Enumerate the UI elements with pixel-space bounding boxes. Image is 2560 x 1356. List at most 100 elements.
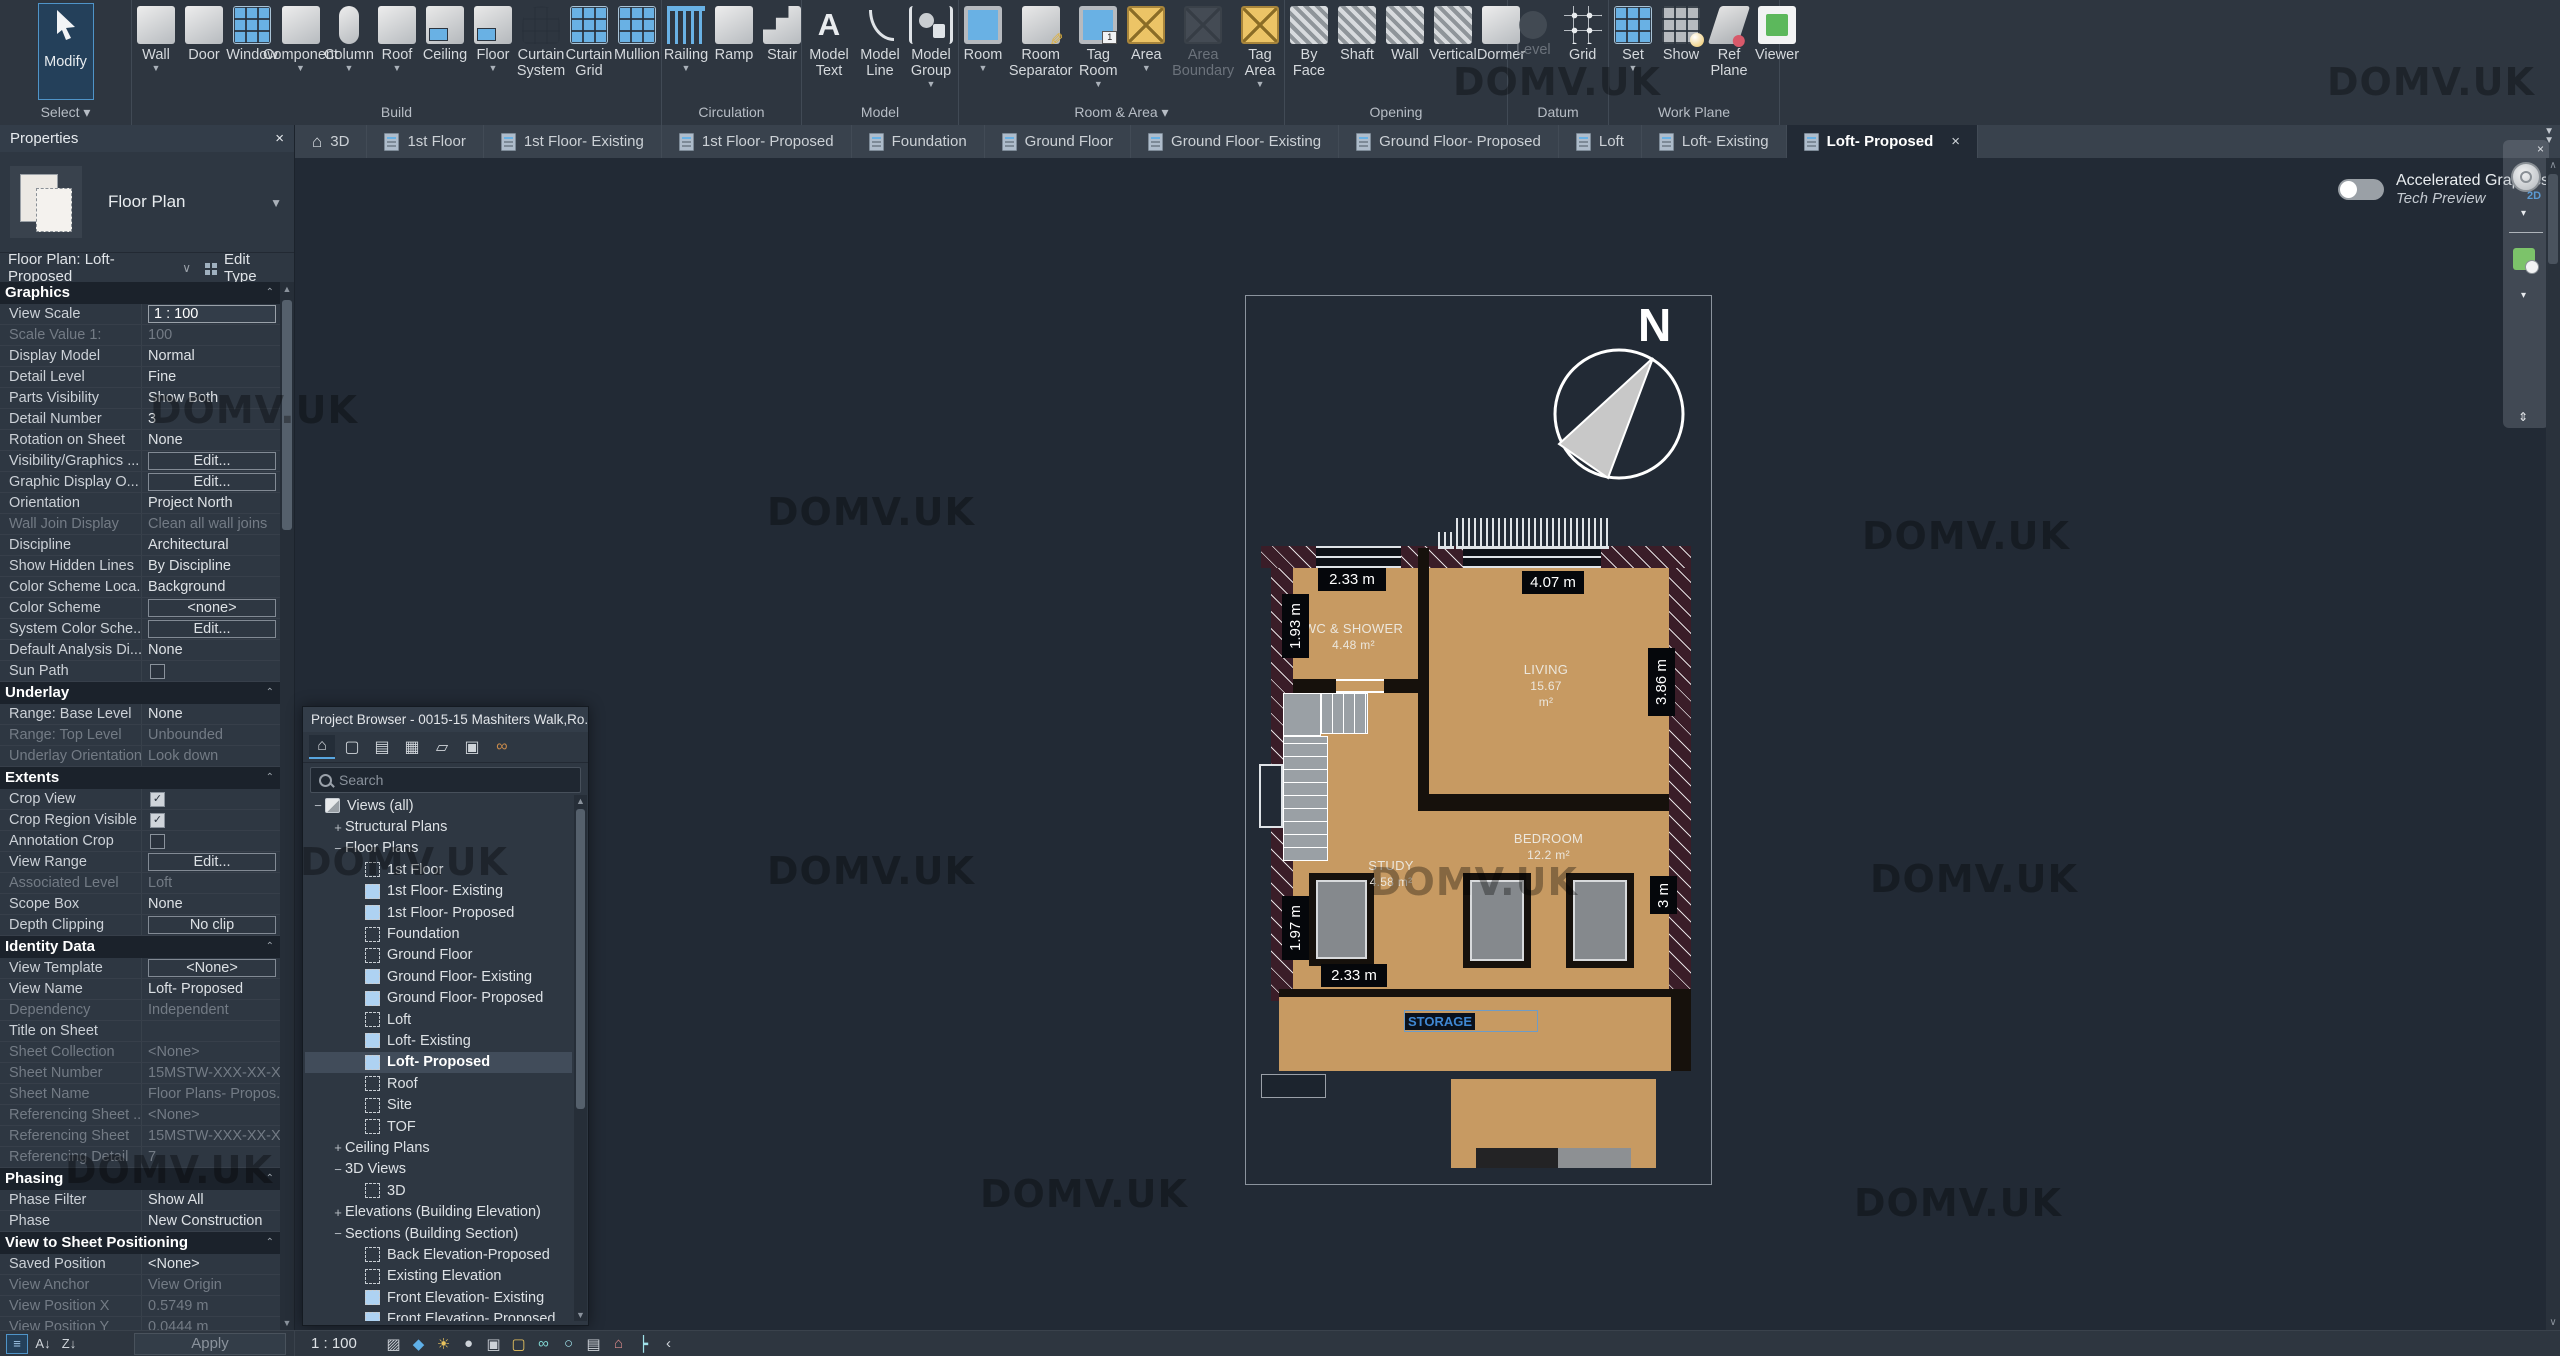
properties-scrollbar[interactable]: ▲ ▼ (280, 282, 294, 1330)
tab-loft-existing[interactable]: Loft- Existing (1642, 125, 1787, 158)
model-group-button[interactable]: Model Group▼ (907, 2, 955, 90)
tree-item-elevations-building-elevation[interactable]: +Elevations (Building Elevation) (305, 1201, 572, 1222)
stair-upper-flight[interactable] (1321, 693, 1368, 734)
project-browser-scrollbar[interactable]: ▲ ▼ (574, 795, 587, 1321)
ref-plane-button[interactable]: Ref Plane (1705, 2, 1753, 81)
tab-1st-floor[interactable]: 1st Floor (367, 125, 483, 158)
checkbox-sun-path[interactable] (150, 664, 165, 679)
mullion-button[interactable]: Mullion (613, 2, 661, 65)
show-button[interactable]: Show (1657, 2, 1705, 65)
viewer-button[interactable]: Viewer (1753, 2, 1801, 65)
button-color-scheme[interactable]: <none> (148, 599, 276, 617)
property-value[interactable]: Architectural (148, 537, 229, 553)
tree-item-loft-proposed[interactable]: Loft- Proposed (305, 1052, 572, 1073)
button-depth-clipping[interactable]: No clip (148, 916, 276, 934)
tree-expander-icon[interactable]: − (331, 841, 345, 856)
groups-icon[interactable]: ▣ (459, 735, 485, 759)
wheel-dropdown-icon[interactable]: ▾ (2521, 208, 2526, 219)
navigation-bar-expand-icon[interactable]: ⇕ (2518, 410, 2528, 424)
tag-room-dropdown-icon[interactable]: ▼ (1094, 80, 1103, 88)
tree-item-foundation[interactable]: Foundation (305, 923, 572, 944)
storage-room-tag[interactable]: STORAGE (1404, 1010, 1538, 1032)
sort-ascending-icon[interactable]: A↓ (32, 1334, 54, 1354)
stair-button[interactable]: Stair (758, 2, 806, 65)
property-value[interactable]: 3 (148, 411, 156, 427)
by-face-button[interactable]: By Face (1285, 2, 1333, 81)
property-value[interactable]: Fine (148, 369, 176, 385)
worksharing-display-icon[interactable]: ▤ (581, 1333, 606, 1355)
room-dropdown-icon[interactable]: ▼ (979, 64, 988, 72)
modify-button[interactable]: Modify (38, 3, 94, 100)
tree-item-loft[interactable]: Loft (305, 1009, 572, 1030)
property-value[interactable]: None (148, 706, 183, 722)
property-value[interactable]: Show Both (148, 390, 218, 406)
tab-ground-floor[interactable]: Ground Floor (985, 125, 1131, 158)
instance-dropdown-icon[interactable]: ∨ (182, 261, 191, 275)
property-value[interactable]: Normal (148, 348, 195, 364)
schedules-icon[interactable]: ▤ (369, 735, 395, 759)
property-value[interactable]: Show All (148, 1192, 204, 1208)
tree-item-roof[interactable]: Roof (305, 1073, 572, 1094)
section-header-identity-data[interactable]: Identity Data⌃ (0, 936, 280, 958)
detail-level-icon[interactable]: ▨ (381, 1333, 406, 1355)
area-button[interactable]: Area▼ (1122, 2, 1170, 74)
floor-plan-view[interactable]: N STORAGE WC & SHOWER4 (1245, 295, 1712, 1185)
roof-dropdown-icon[interactable]: ▼ (393, 64, 402, 72)
edit-type-button[interactable]: Edit Type (224, 251, 286, 285)
tag-room-button[interactable]: Tag Room▼ (1074, 2, 1122, 90)
families-icon[interactable]: ▱ (429, 735, 455, 759)
sheets-icon[interactable]: ▦ (399, 735, 425, 759)
select-group-label[interactable]: Select ▾ (0, 101, 131, 125)
skylight-bedroom-2[interactable] (1566, 873, 1634, 968)
tree-item-ground-floor-proposed[interactable]: Ground Floor- Proposed (305, 988, 572, 1009)
area-dropdown-icon[interactable]: ▼ (1142, 64, 1151, 72)
tree-item-site[interactable]: Site (305, 1094, 572, 1115)
stair-lower-flight[interactable] (1283, 736, 1328, 861)
tree-item-ground-floor[interactable]: Ground Floor (305, 945, 572, 966)
model-line-button[interactable]: Model Line (856, 2, 904, 81)
section-header-view-to-sheet-positioning[interactable]: View to Sheet Positioning⌃ (0, 1232, 280, 1254)
tab-1st-floor-existing[interactable]: 1st Floor- Existing (484, 125, 662, 158)
displaced-elements-icon[interactable]: ⌂ (606, 1333, 631, 1355)
collapse-icon[interactable]: ‹ (656, 1333, 681, 1355)
grid-button[interactable]: Grid (1559, 2, 1607, 65)
tab-close-icon[interactable]: × (1951, 133, 1960, 150)
door-button[interactable]: Door (180, 2, 228, 65)
property-value[interactable]: <None> (148, 1256, 200, 1272)
model-text-button[interactable]: Model Text (805, 2, 853, 81)
tree-item-views-all[interactable]: −Views (all) (305, 795, 572, 816)
drawing-canvas[interactable]: N STORAGE WC & SHOWER4 (295, 158, 2546, 1330)
column-button[interactable]: Column▼ (325, 2, 373, 74)
section-collapse-icon[interactable]: ⌃ (266, 282, 274, 304)
search-input[interactable]: Search (310, 767, 581, 793)
tab-1st-floor-proposed[interactable]: 1st Floor- Proposed (662, 125, 852, 158)
checkbox-crop-view[interactable] (150, 792, 165, 807)
column-dropdown-icon[interactable]: ▼ (345, 64, 354, 72)
section-header-underlay[interactable]: Underlay⌃ (0, 682, 280, 704)
set-button[interactable]: Set▼ (1609, 2, 1657, 74)
sun-path-icon[interactable]: ☀ (431, 1333, 456, 1355)
tab-ground-floor-proposed[interactable]: Ground Floor- Proposed (1339, 125, 1559, 158)
section-header-phasing[interactable]: Phasing⌃ (0, 1168, 280, 1190)
component-dropdown-icon[interactable]: ▼ (296, 64, 305, 72)
tab-loft[interactable]: Loft (1559, 125, 1642, 158)
button-view-range[interactable]: Edit... (148, 853, 276, 871)
view-scale-control[interactable]: 1 : 100 (311, 1335, 381, 1352)
property-value[interactable]: Background (148, 579, 225, 595)
property-value[interactable]: Project North (148, 495, 233, 511)
links-icon[interactable]: ∞ (489, 735, 515, 759)
property-value[interactable]: New Construction (148, 1213, 262, 1229)
tree-item-floor-plans[interactable]: −Floor Plans (305, 838, 572, 859)
property-value[interactable]: None (148, 896, 183, 912)
views-icon[interactable]: ▢ (339, 735, 365, 759)
shaft-button[interactable]: Shaft (1333, 2, 1381, 65)
reveal-hidden-elements-icon[interactable]: ∞ (531, 1333, 556, 1355)
section-collapse-icon[interactable]: ⌃ (266, 1232, 274, 1254)
model-group-dropdown-icon[interactable]: ▼ (927, 80, 936, 88)
tree-expander-icon[interactable]: + (331, 1140, 345, 1155)
tree-item-existing-elevation[interactable]: Existing Elevation (305, 1266, 572, 1287)
ramp-button[interactable]: Ramp (710, 2, 758, 65)
tree-item-1st-floor[interactable]: 1st Floor (305, 859, 572, 880)
floor-button[interactable]: Floor▼ (469, 2, 517, 74)
tab-3d[interactable]: ⌂3D (295, 125, 367, 158)
